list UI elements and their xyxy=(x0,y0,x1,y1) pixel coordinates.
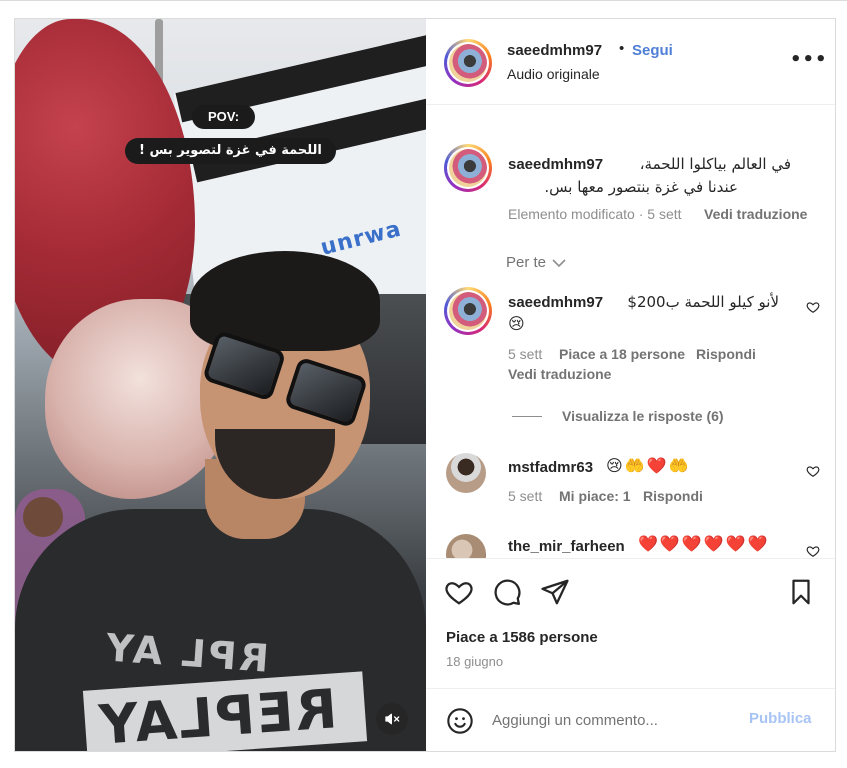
comment-username[interactable]: mstfadmr63 xyxy=(508,459,593,476)
comment-input[interactable] xyxy=(492,708,732,732)
caption-avatar[interactable] xyxy=(444,144,492,192)
post-sidebar: saeedmhm97 • Segui Audio originale ••• s… xyxy=(426,19,835,751)
replies-divider xyxy=(512,416,542,417)
caption-username[interactable]: saeedmhm97 xyxy=(508,156,603,173)
comment-text: لأنو كيلو اللحمة ب200$ xyxy=(627,293,779,311)
comment-reply-button[interactable]: Rispondi xyxy=(643,488,703,504)
shirt-print-band-text: REPLAY xyxy=(95,677,340,751)
comment-reply-button[interactable]: Rispondi xyxy=(696,346,756,362)
comment-composer: Pubblica xyxy=(426,688,835,751)
more-options-icon[interactable]: ••• xyxy=(790,49,828,70)
reel-video[interactable]: unrwa RPL AY REPLAY POV: اللحمة في غزة ل… xyxy=(15,19,426,751)
comment-like-icon[interactable] xyxy=(806,300,820,314)
background-person-head xyxy=(23,497,63,537)
post-dialog: unrwa RPL AY REPLAY POV: اللحمة في غزة ل… xyxy=(14,18,836,752)
comment-icon[interactable] xyxy=(492,577,522,607)
caption-translate-link[interactable]: Vedi traduzione xyxy=(704,206,807,222)
top-divider xyxy=(0,0,847,1)
chevron-down-icon xyxy=(552,259,566,268)
author-avatar[interactable] xyxy=(444,39,492,87)
comment-time: 5 sett xyxy=(508,346,543,362)
comment-like-icon[interactable] xyxy=(806,544,820,558)
caption-edited-time: Elemento modificato · 5 sett xyxy=(508,206,682,222)
shirt-print-band: REPLAY xyxy=(82,671,368,751)
view-replies-button[interactable]: Visualizza le risposte (6) xyxy=(562,408,724,424)
speaker-muted-icon xyxy=(385,713,400,725)
comment-likes-count[interactable]: Piace a 18 persone xyxy=(559,346,685,362)
comment-avatar[interactable] xyxy=(446,453,486,493)
likes-count[interactable]: Piace a 1586 persone xyxy=(446,629,598,646)
caption-text-line1: في العالم بياكلوا اللحمة، xyxy=(639,155,791,173)
comment-emoji: 😢🤲❤️🤲 xyxy=(606,456,691,475)
audio-link[interactable]: Audio originale xyxy=(507,66,600,82)
mute-button[interactable] xyxy=(376,703,408,735)
shirt-print: RPL AY REPLAY xyxy=(82,619,375,751)
for-you-label: Per te xyxy=(506,254,547,271)
follow-button[interactable]: Segui xyxy=(632,42,673,59)
comment-username[interactable]: the_mir_farheen xyxy=(508,538,625,555)
comment-like-icon[interactable] xyxy=(806,464,820,478)
comment-username[interactable]: saeedmhm97 xyxy=(508,294,603,311)
comment-translate-link[interactable]: Vedi traduzione xyxy=(508,366,611,382)
comment-likes-count[interactable]: Mi piace: 1 xyxy=(559,488,631,504)
shirt-print-top: RPL AY xyxy=(101,625,271,681)
publish-button[interactable]: Pubblica xyxy=(749,710,812,727)
comment-time: 5 sett xyxy=(508,488,543,504)
pov-label: POV: xyxy=(192,105,256,129)
author-username[interactable]: saeedmhm97 xyxy=(507,42,602,59)
separator-dot: • xyxy=(619,40,625,57)
share-send-icon[interactable] xyxy=(540,577,570,607)
comment-emoji: 😢 xyxy=(508,314,527,333)
comment-emoji: ❤️❤️❤️❤️❤️❤️ xyxy=(638,534,770,553)
for-you-filter[interactable]: Per te xyxy=(506,254,566,271)
comment-avatar[interactable] xyxy=(446,534,486,558)
post-header: saeedmhm97 • Segui Audio originale ••• xyxy=(426,19,835,105)
video-caption-overlay: اللحمة في غزة لتصوير بس ! xyxy=(125,138,336,164)
bookmark-icon[interactable] xyxy=(786,577,816,607)
post-date: 18 giugno xyxy=(446,654,504,669)
like-heart-icon[interactable] xyxy=(444,577,474,607)
caption-text-line2: عندنا في غزة بنتصور معها بس. xyxy=(544,178,738,196)
emoji-smiley-icon[interactable] xyxy=(446,707,474,735)
comment-avatar[interactable] xyxy=(444,287,492,335)
comments-list[interactable]: saeedmhm97 في العالم بياكلوا اللحمة، عند… xyxy=(426,106,835,558)
